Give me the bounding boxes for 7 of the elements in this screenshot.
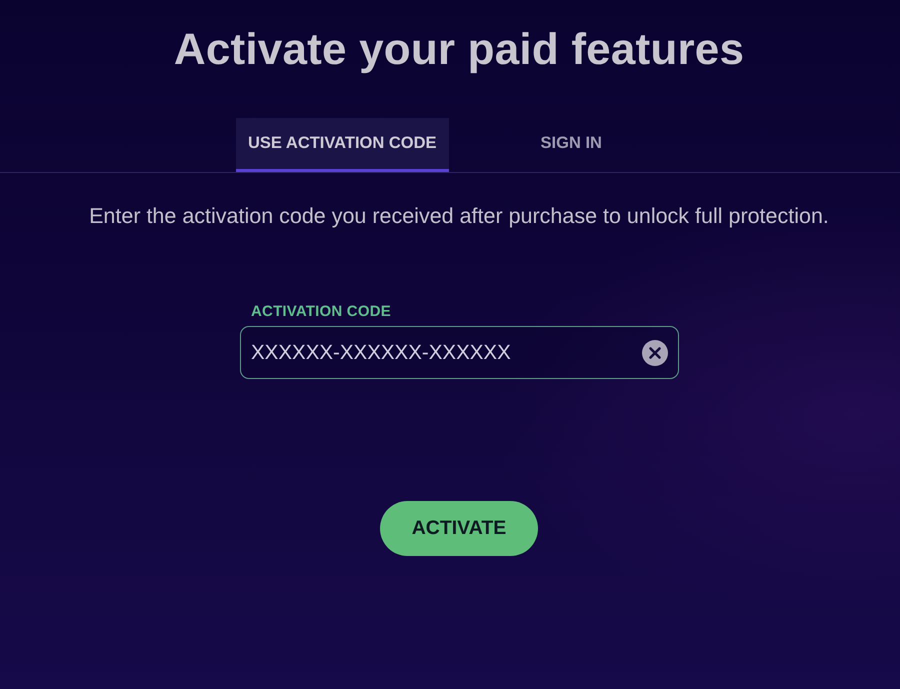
tab[interactable]: SIGN IN [514, 118, 628, 172]
tab[interactable]: USE ACTIVATION CODE [236, 118, 449, 172]
instruction-text: Enter the activation code you received after purchase to unlock full protection. [88, 203, 830, 229]
activate-button[interactable]: ACTIVATE [380, 501, 538, 556]
field-label: ACTIVATION CODE [251, 304, 391, 320]
page-title: Activate your paid features [172, 24, 746, 76]
clear-icon[interactable] [642, 340, 668, 366]
